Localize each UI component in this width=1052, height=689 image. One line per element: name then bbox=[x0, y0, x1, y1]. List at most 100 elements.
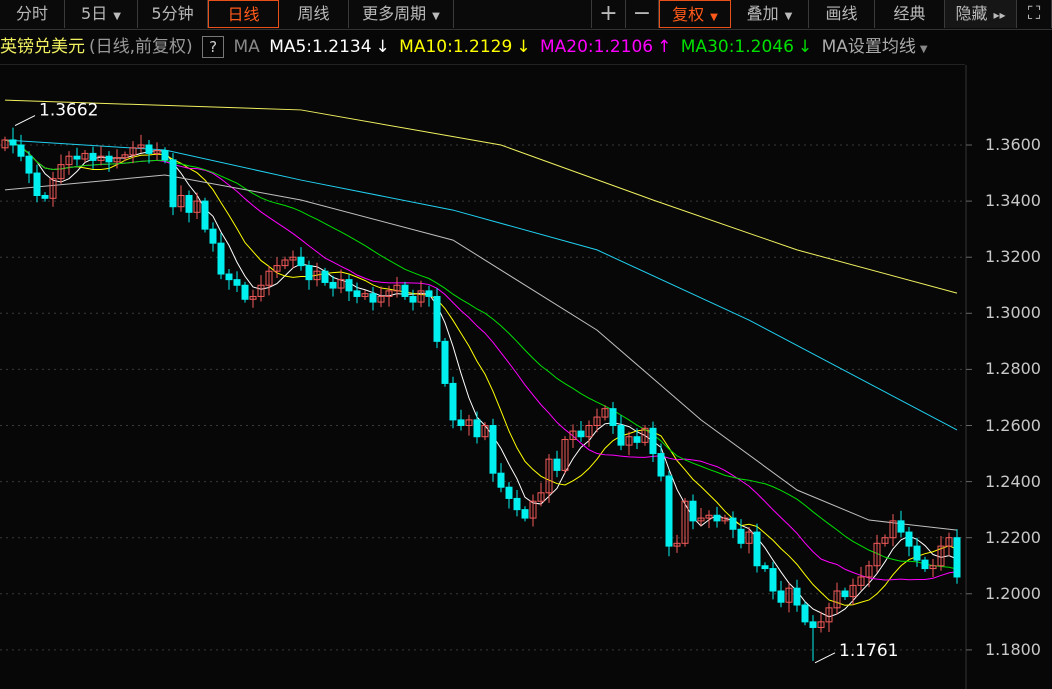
candle bbox=[249, 289, 257, 308]
high-price-label: 1.3662 bbox=[39, 101, 98, 121]
candle bbox=[537, 482, 545, 507]
candle bbox=[129, 141, 137, 164]
candle bbox=[545, 454, 553, 503]
candle bbox=[81, 150, 89, 163]
candle-body bbox=[241, 284, 249, 300]
candle bbox=[777, 580, 785, 608]
candle bbox=[265, 266, 273, 296]
candle-body bbox=[25, 155, 33, 174]
candle-body bbox=[217, 242, 225, 275]
candle-body bbox=[633, 436, 641, 443]
candle bbox=[25, 151, 33, 184]
candle-body bbox=[729, 517, 737, 530]
candle-body bbox=[185, 194, 193, 213]
candle bbox=[841, 587, 849, 600]
candle-body bbox=[801, 604, 809, 623]
candle bbox=[713, 506, 721, 528]
ma10-line bbox=[4, 139, 958, 606]
candle-body bbox=[649, 427, 657, 455]
candle bbox=[9, 127, 17, 154]
candle bbox=[609, 401, 617, 434]
candle bbox=[369, 286, 377, 311]
candle-body bbox=[401, 284, 409, 297]
candle bbox=[425, 285, 433, 307]
candle-body bbox=[553, 458, 561, 471]
candle bbox=[569, 424, 577, 448]
candle bbox=[889, 514, 897, 547]
candle bbox=[521, 506, 529, 522]
ma120-line bbox=[4, 139, 958, 431]
candle-body bbox=[321, 270, 329, 283]
candle-body bbox=[609, 408, 617, 427]
candle bbox=[641, 424, 649, 446]
candle-body bbox=[905, 531, 913, 547]
candle bbox=[865, 560, 873, 588]
candle bbox=[353, 282, 361, 304]
candle bbox=[513, 490, 521, 517]
candlestick-chart[interactable]: 1.3662 1.1761 bbox=[0, 0, 1052, 689]
candle-body bbox=[577, 430, 585, 438]
y-tick-label: 1.3600 bbox=[985, 135, 1041, 154]
candle bbox=[193, 192, 201, 220]
candle bbox=[921, 556, 929, 572]
candle bbox=[289, 250, 297, 269]
candle-body bbox=[489, 425, 497, 474]
candle-body bbox=[809, 621, 817, 628]
candle bbox=[41, 192, 49, 202]
candle-body bbox=[433, 295, 441, 342]
candle bbox=[705, 510, 713, 529]
candle bbox=[833, 582, 841, 615]
candle-body bbox=[9, 139, 17, 146]
candle bbox=[801, 601, 809, 626]
candle bbox=[297, 247, 305, 271]
candle-body bbox=[17, 144, 25, 157]
candle-body bbox=[297, 256, 305, 267]
candle bbox=[209, 222, 217, 252]
candle-body bbox=[449, 382, 457, 421]
candle bbox=[65, 151, 73, 175]
candle bbox=[185, 190, 193, 223]
candle-body bbox=[737, 528, 745, 544]
ma60-line bbox=[4, 174, 958, 531]
candle-body bbox=[505, 486, 513, 499]
candle bbox=[849, 578, 857, 606]
candle bbox=[433, 288, 441, 349]
candle-body bbox=[41, 194, 49, 199]
ma5-line bbox=[4, 139, 958, 618]
ma250-line bbox=[4, 99, 958, 294]
candle-body bbox=[913, 545, 921, 561]
candle-body bbox=[617, 425, 625, 446]
candle bbox=[201, 197, 209, 233]
candle-body bbox=[33, 172, 41, 196]
candle bbox=[281, 256, 289, 269]
candle bbox=[937, 536, 945, 571]
candle-body bbox=[777, 590, 785, 603]
candle bbox=[345, 274, 353, 301]
candle-body bbox=[345, 279, 353, 292]
candle-body bbox=[161, 150, 169, 161]
candle-body bbox=[473, 419, 481, 438]
y-tick-label: 1.2600 bbox=[985, 415, 1041, 435]
low-price-label: 1.1761 bbox=[839, 641, 898, 661]
candle-body bbox=[953, 537, 961, 578]
candle bbox=[361, 290, 369, 300]
candle bbox=[785, 583, 793, 613]
candle-body bbox=[73, 155, 81, 160]
candle bbox=[473, 411, 481, 444]
candle bbox=[177, 185, 185, 212]
ma20-line bbox=[4, 139, 958, 581]
candle-body bbox=[921, 559, 929, 570]
candle bbox=[681, 497, 689, 547]
candle-body bbox=[441, 340, 449, 384]
candle bbox=[481, 422, 489, 441]
candle bbox=[905, 527, 913, 557]
y-tick-label: 1.3000 bbox=[985, 303, 1041, 323]
candle bbox=[465, 414, 473, 436]
candle bbox=[665, 470, 673, 557]
candle bbox=[73, 147, 81, 166]
candle-body bbox=[793, 587, 801, 606]
candle-body bbox=[169, 159, 177, 208]
candle bbox=[617, 415, 625, 451]
candle bbox=[761, 562, 769, 572]
candle-body bbox=[105, 155, 113, 163]
